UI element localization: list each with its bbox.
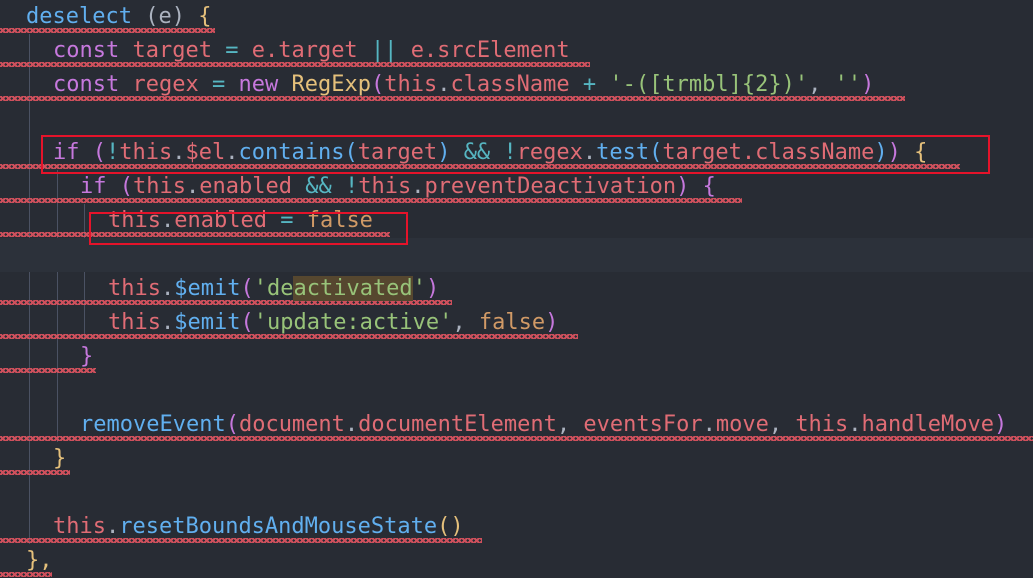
- line-content: const target = e.target || e.srcElement: [53, 38, 570, 63]
- line-content: removeEvent(document.documentElement, ev…: [80, 412, 1008, 437]
- search-highlight: activated: [293, 276, 413, 301]
- line-content: this.resetBoundsAndMouseState(): [53, 514, 464, 539]
- line-content: this.$emit('deactivated'): [108, 276, 440, 301]
- line-content: const regex = new RegExp(this.className …: [53, 72, 875, 97]
- code-line-11[interactable]: }: [0, 340, 1033, 374]
- line-content: }: [53, 446, 67, 471]
- annotation-box-enabled-false: [89, 212, 408, 245]
- code-line-12[interactable]: [0, 374, 1033, 408]
- code-line-17[interactable]: },: [0, 544, 1033, 578]
- code-line-3[interactable]: const regex = new RegExp(this.className …: [0, 68, 1033, 102]
- line-content: this.$emit('update:active', false): [108, 310, 559, 335]
- code-line-4[interactable]: [0, 102, 1033, 136]
- code-editor[interactable]: deselect (e) { const target = e.target |…: [0, 0, 1033, 578]
- code-line-9[interactable]: this.$emit('deactivated'): [0, 272, 1033, 306]
- annotation-box-if-condition: [41, 135, 990, 174]
- line-content: }: [80, 344, 94, 369]
- line-content: deselect (e) {: [26, 4, 212, 29]
- code-line-16[interactable]: this.resetBoundsAndMouseState(): [0, 510, 1033, 544]
- code-line-1[interactable]: deselect (e) {: [0, 0, 1033, 34]
- code-line-6[interactable]: if (this.enabled && !this.preventDeactiv…: [0, 170, 1033, 204]
- code-line-13[interactable]: removeEvent(document.documentElement, ev…: [0, 408, 1033, 442]
- code-line-10[interactable]: this.$emit('update:active', false): [0, 306, 1033, 340]
- line-content: },: [26, 548, 53, 573]
- line-content: if (this.enabled && !this.preventDeactiv…: [80, 174, 716, 199]
- code-line-14[interactable]: }: [0, 442, 1033, 476]
- code-line-15[interactable]: [0, 476, 1033, 510]
- code-line-2[interactable]: const target = e.target || e.srcElement: [0, 34, 1033, 68]
